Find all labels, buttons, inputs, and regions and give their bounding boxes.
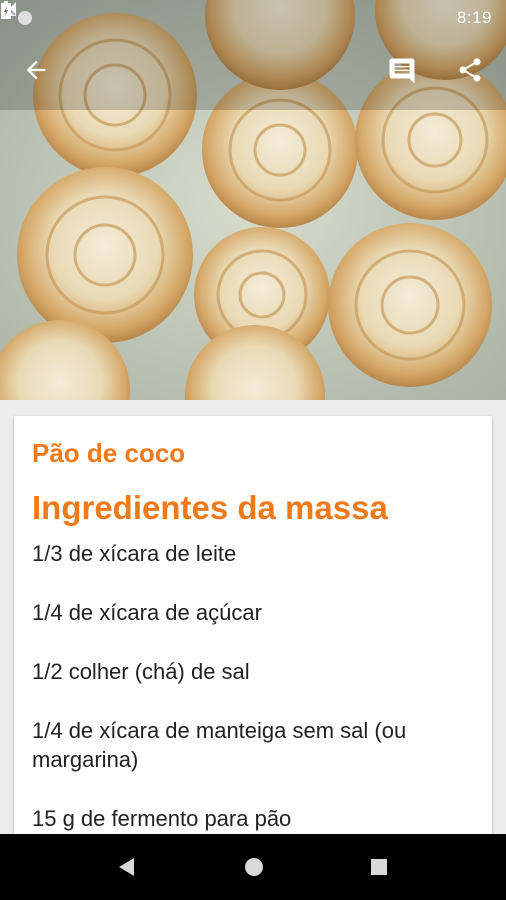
nav-recents-button[interactable] <box>366 854 392 880</box>
nav-back-button[interactable] <box>114 854 140 880</box>
nav-home-button[interactable] <box>241 854 267 880</box>
back-button[interactable] <box>22 56 56 90</box>
share-button[interactable] <box>456 56 490 90</box>
ingredient-item: 15 g de fermento para pão <box>32 806 292 831</box>
share-icon <box>459 58 481 82</box>
recents-square-icon <box>371 859 387 875</box>
section-title-ingredients: Ingredientes da massa <box>32 489 388 526</box>
status-bar: 8:19 <box>0 0 506 36</box>
home-circle-icon <box>245 858 263 876</box>
comments-button[interactable] <box>387 56 421 90</box>
recipe-title: Pão de coco <box>32 438 186 468</box>
comment-icon <box>389 58 415 84</box>
ingredient-item: 1/4 de xícara de manteiga sem sal (ou ma… <box>32 718 407 772</box>
hero-photo-illustration <box>0 0 506 400</box>
recipe-hero-image: 8:19 <box>0 0 506 400</box>
arrow-back-icon <box>26 60 46 80</box>
notification-dot-icon <box>18 11 32 25</box>
ingredient-item: 1/3 de xícara de leite <box>32 541 237 566</box>
system-navigation-bar <box>0 834 506 900</box>
recipe-card: Pão de coco Ingredientes da massa 1/3 de… <box>14 416 492 856</box>
clock: 8:19 <box>456 8 492 27</box>
back-triangle-icon <box>119 858 134 876</box>
ingredient-item: 1/2 colher (chá) de sal <box>32 659 250 684</box>
ingredient-item: 1/4 de xícara de açúcar <box>32 600 262 625</box>
